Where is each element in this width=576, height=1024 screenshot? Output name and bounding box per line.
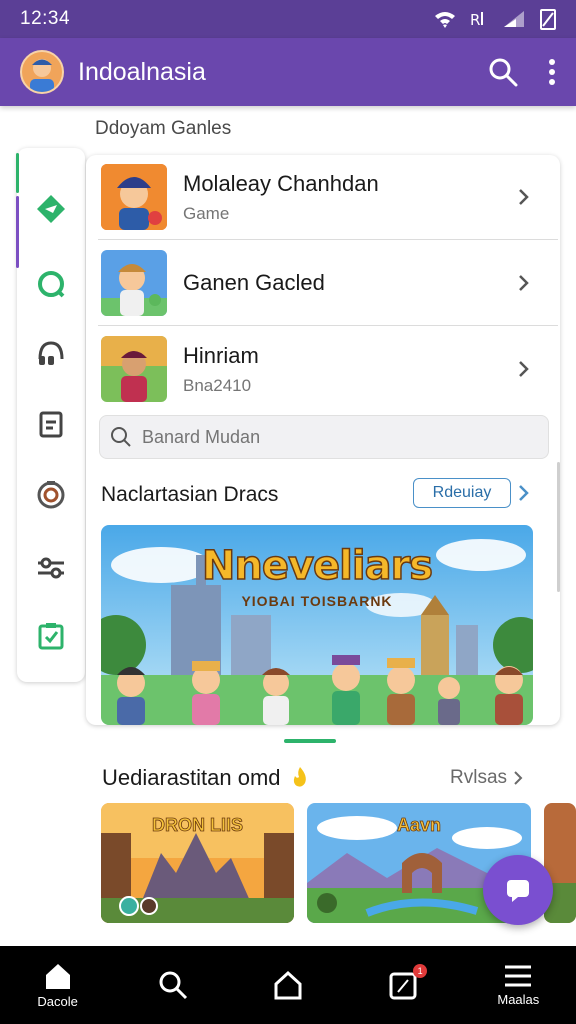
nav-house[interactable] bbox=[248, 950, 328, 1020]
chevron-right-icon bbox=[519, 189, 529, 205]
section-label: Ddoyam Ganles bbox=[95, 118, 232, 139]
navigation-rail bbox=[16, 148, 85, 682]
scrollbar[interactable] bbox=[557, 462, 560, 592]
chevron-right-icon bbox=[514, 771, 523, 785]
list-item-subtitle: Game bbox=[183, 203, 230, 223]
game-card[interactable]: DRON LIIS bbox=[101, 803, 294, 923]
avatar[interactable] bbox=[20, 50, 64, 94]
card-title: DRON LIIS bbox=[151, 815, 244, 836]
search-field[interactable] bbox=[99, 415, 549, 459]
app-title: Indoalnasia bbox=[78, 57, 206, 86]
bottom-navigation: Dacole 1 Maalas bbox=[0, 946, 576, 1024]
content-panel: Molaleay Chanhdan Game Ganen Gacled Hinr… bbox=[86, 155, 560, 725]
list-item[interactable]: Ganen Gacled bbox=[86, 241, 560, 325]
rail-item-audio[interactable] bbox=[31, 334, 71, 374]
nav-label: Dacole bbox=[37, 993, 78, 1009]
more-options-icon[interactable] bbox=[548, 58, 556, 86]
list-item-title: Hinriam bbox=[183, 342, 259, 368]
menu-icon bbox=[505, 965, 532, 986]
task-icon bbox=[38, 623, 64, 650]
rail-item-chat[interactable] bbox=[31, 264, 71, 304]
status-icons: R bbox=[434, 8, 556, 30]
rail-item-camera[interactable] bbox=[31, 474, 71, 514]
divider bbox=[98, 325, 558, 326]
nav-home[interactable]: Dacole bbox=[18, 950, 98, 1020]
app-bar: Indoalnasia bbox=[0, 38, 576, 106]
featured-banner[interactable]: Nneveliars YIOBAI TOISBARNK bbox=[101, 525, 533, 725]
wifi-icon bbox=[435, 12, 455, 28]
house-outline-icon bbox=[274, 970, 302, 1000]
list-item-title: Molaleay Chanhdan bbox=[183, 170, 379, 196]
nav-search[interactable] bbox=[133, 950, 213, 1020]
chevron-right-icon bbox=[519, 275, 529, 291]
see-all-link[interactable]: Rvlsas bbox=[450, 767, 523, 789]
search-icon bbox=[159, 971, 187, 1000]
list-item-subtitle: Bna2410 bbox=[183, 375, 252, 395]
search-icon[interactable] bbox=[488, 57, 518, 87]
search-input[interactable] bbox=[142, 426, 522, 448]
signal-icon bbox=[504, 11, 524, 27]
rail-indicator-green bbox=[16, 153, 19, 193]
nav-label: Maalas bbox=[497, 991, 540, 1007]
game-thumbnail bbox=[101, 164, 167, 230]
rail-item-tasks[interactable] bbox=[31, 616, 71, 656]
list-item-title: Ganen Gacled bbox=[183, 270, 325, 295]
network-icon: R bbox=[470, 11, 483, 29]
banner-title: Nneveliars bbox=[201, 542, 434, 590]
message-icon bbox=[507, 880, 529, 902]
status-bar: 12:34 R bbox=[0, 0, 576, 38]
banner-subtitle: YIOBAI TOISBARNK bbox=[241, 593, 393, 609]
rail-item-settings[interactable] bbox=[31, 548, 71, 588]
nav-menu[interactable]: Maalas bbox=[478, 950, 558, 1020]
list-item[interactable]: Molaleay Chanhdan Game bbox=[86, 155, 560, 239]
list-item[interactable]: Hinriam Bna2410 bbox=[86, 327, 560, 411]
nav-notifications[interactable]: 1 bbox=[363, 950, 443, 1020]
rail-item-clipboard[interactable] bbox=[31, 404, 71, 444]
featured-action-button[interactable]: Rdeuiay bbox=[413, 478, 511, 508]
clipboard-icon bbox=[39, 411, 63, 438]
camera-icon bbox=[37, 481, 65, 509]
diamond-icon bbox=[37, 195, 65, 223]
home-icon bbox=[45, 963, 70, 989]
see-all-label: Rvlsas bbox=[450, 767, 508, 788]
game-thumbnail bbox=[101, 250, 167, 316]
rail-item-explore[interactable] bbox=[31, 189, 71, 229]
headphones-icon bbox=[38, 341, 64, 365]
card-title: Aavn bbox=[396, 815, 442, 836]
rail-indicator-purple bbox=[16, 196, 19, 268]
chevron-right-icon bbox=[519, 361, 529, 377]
notification-badge: 1 bbox=[413, 964, 428, 978]
section-heading-text: Uediarastitan omd bbox=[102, 765, 281, 790]
battery-icon bbox=[540, 9, 556, 30]
svg-text:R: R bbox=[470, 11, 480, 29]
game-thumbnail bbox=[101, 336, 167, 402]
featured-heading: Naclartasian Dracs bbox=[101, 483, 279, 506]
drag-handle[interactable] bbox=[284, 739, 336, 743]
divider bbox=[98, 239, 558, 240]
chevron-right-icon[interactable] bbox=[518, 484, 530, 502]
sliders-icon bbox=[38, 557, 64, 579]
flame-icon bbox=[293, 767, 306, 787]
chat-fab-button[interactable] bbox=[483, 855, 553, 925]
search-icon bbox=[111, 427, 131, 447]
section-heading: Uediarastitan omd bbox=[102, 765, 309, 791]
status-time: 12:34 bbox=[20, 8, 71, 29]
chat-icon bbox=[38, 271, 65, 298]
